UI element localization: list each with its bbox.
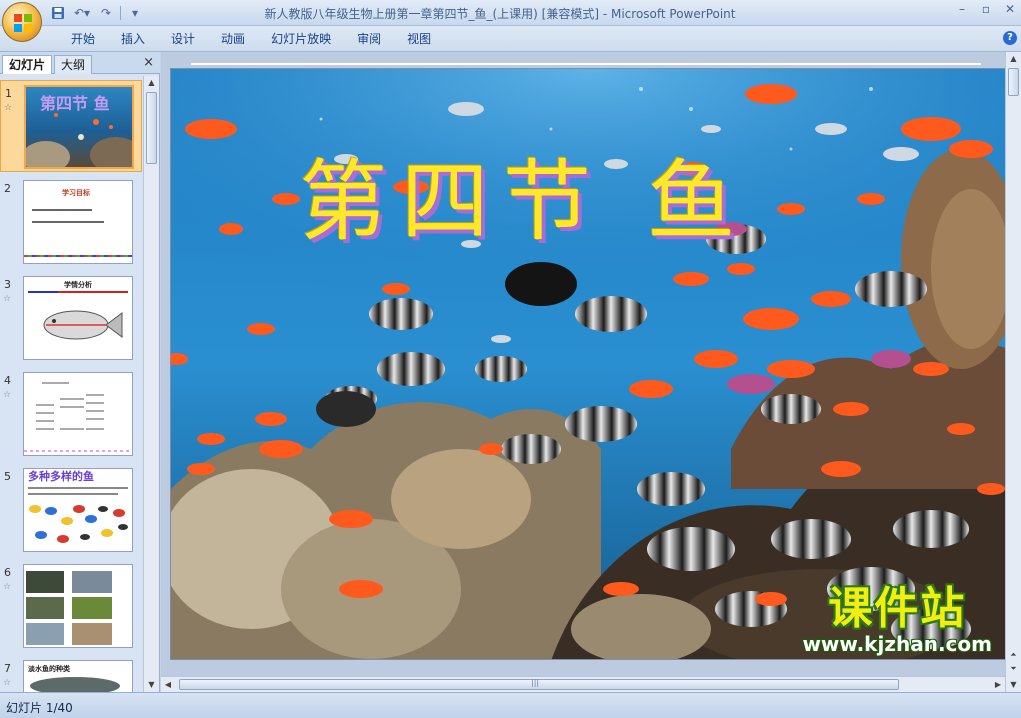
thumbnail-image	[23, 564, 133, 648]
tab-animations[interactable]: 动画	[208, 30, 258, 48]
slide-number: 6	[4, 566, 11, 579]
tab-slides[interactable]: 幻灯片	[2, 55, 53, 74]
thumbnail-image: 第四节 鱼	[24, 85, 134, 169]
office-logo-icon	[14, 14, 32, 32]
slide-editor: 第四节 鱼 课件站 www.kjzhan.com ▲ ⏶ ⏷ ▼ ◀ ||| ▶	[161, 52, 1021, 692]
tab-insert[interactable]: 插入	[108, 30, 158, 48]
tab-review[interactable]: 审阅	[344, 30, 394, 48]
scroll-down-icon[interactable]: ▼	[1006, 678, 1021, 692]
thumbnail-image: 多种多样的鱼	[23, 468, 133, 552]
slide-thumbnail-4[interactable]: 4 ☆	[0, 368, 142, 460]
save-icon[interactable]	[48, 4, 68, 22]
tab-design[interactable]: 设计	[158, 30, 208, 48]
tab-outline[interactable]: 大纲	[54, 55, 93, 74]
slide-title[interactable]: 第四节 鱼	[299, 131, 749, 258]
maximize-icon[interactable]: ▫	[979, 2, 993, 16]
scroll-down-icon[interactable]: ▼	[144, 678, 159, 692]
thumbnail-title: 淡水鱼的种类	[28, 665, 70, 673]
scroll-right-icon[interactable]: ▶	[991, 677, 1005, 692]
ribbon: 开始 插入 设计 动画 幻灯片放映 审阅 视图 ?	[0, 26, 1021, 52]
scroll-thumb[interactable]	[146, 92, 157, 164]
slide-thumbnail-5[interactable]: 5 多种多样的鱼	[0, 464, 142, 556]
fish-diagram-icon	[43, 310, 123, 340]
customize-qat-icon[interactable]: ▾	[125, 4, 145, 22]
thumbnail-image	[23, 372, 133, 456]
thumbnail-title: 学习目标	[62, 189, 90, 197]
ribbon-tabs: 开始 插入 设计 动画 幻灯片放映 审阅 视图	[58, 30, 444, 48]
watermark-text: 课件站	[828, 583, 967, 634]
transition-star-icon: ☆	[3, 678, 12, 688]
tab-slideshow[interactable]: 幻灯片放映	[258, 30, 344, 48]
help-icon[interactable]: ?	[1003, 31, 1017, 45]
outline-diagram-icon	[24, 382, 132, 452]
window-title: 新人教版八年级生物上册第一章第四节_鱼_(上课用) [兼容模式] - Micro…	[264, 7, 736, 21]
slide-thumbnail-3[interactable]: 3 ☆ 学情分析	[0, 272, 142, 364]
watermark: 课件站 www.kjzhan.com	[802, 583, 992, 656]
watermark-url: www.kjzhan.com	[802, 632, 992, 656]
slide-number: 1	[5, 87, 12, 100]
transition-star-icon: ☆	[3, 294, 12, 304]
slide-thumbnail-6[interactable]: 6 ☆	[0, 560, 142, 652]
slide-number: 4	[4, 374, 11, 387]
close-pane-icon[interactable]: ×	[143, 55, 154, 70]
previous-slide-icon[interactable]: ⏶	[1006, 648, 1021, 662]
slide-indicator: 幻灯片 1/40	[6, 701, 73, 715]
slides-pane: 幻灯片 大纲 × 1 ☆ 第四节 鱼 2 学习目标 3 ☆ 学情分析 4 ☆ 5…	[0, 52, 160, 692]
slide-number: 2	[4, 182, 11, 195]
grip-icon: |||	[531, 678, 540, 687]
fish-collage-icon	[29, 505, 128, 543]
quick-access-toolbar: ↶▾ ↷ ▾	[48, 3, 145, 23]
close-icon[interactable]: ✕	[1003, 2, 1017, 16]
tab-view[interactable]: 视图	[394, 30, 444, 48]
status-bar: 幻灯片 1/40	[0, 692, 1021, 718]
transition-star-icon: ☆	[3, 582, 12, 592]
powerpoint-window: ↶▾ ↷ ▾ 新人教版八年级生物上册第一章第四节_鱼_(上课用) [兼容模式] …	[0, 0, 1021, 718]
transition-star-icon: ☆	[4, 103, 13, 113]
current-slide[interactable]: 第四节 鱼 课件站 www.kjzhan.com	[170, 68, 1007, 660]
scroll-thumb[interactable]	[1008, 68, 1019, 96]
thumbnail-title: 学情分析	[64, 281, 92, 289]
undo-icon[interactable]: ↶▾	[72, 4, 92, 22]
pane-tabs: 幻灯片 大纲 ×	[0, 52, 160, 74]
title-bar: ↶▾ ↷ ▾ 新人教版八年级生物上册第一章第四节_鱼_(上课用) [兼容模式] …	[0, 0, 1021, 26]
thumbnail-title: 多种多样的鱼	[28, 470, 94, 483]
thumbnail-image: 学习目标	[23, 180, 133, 264]
horizontal-scrollbar[interactable]: ◀ ||| ▶	[161, 676, 1005, 692]
slide-number: 3	[4, 278, 11, 291]
slide-scrollbar[interactable]: ▲ ⏶ ⏷ ▼	[1005, 52, 1021, 692]
thumbnail-scrollbar[interactable]: ▲ ▼	[143, 76, 159, 692]
slide-number: 7	[4, 662, 11, 675]
thumbnail-image: 学情分析	[23, 276, 133, 360]
thumbnail-image: 淡水鱼的种类	[23, 660, 133, 692]
qat-separator	[120, 6, 121, 20]
scroll-up-icon[interactable]: ▲	[1006, 52, 1021, 66]
thumbnail-title: 第四节 鱼	[40, 94, 110, 113]
redo-icon[interactable]: ↷	[96, 4, 116, 22]
window-controls: – ▫ ✕	[955, 2, 1017, 16]
next-slide-icon[interactable]: ⏷	[1006, 662, 1021, 676]
transition-star-icon: ☆	[3, 390, 12, 400]
slide-thumbnail-1[interactable]: 1 ☆ 第四节 鱼	[0, 80, 142, 172]
tab-home[interactable]: 开始	[58, 30, 108, 48]
scroll-up-icon[interactable]: ▲	[144, 76, 159, 90]
slide-top-edge	[191, 63, 981, 66]
slide-thumbnail-2[interactable]: 2 学习目标	[0, 176, 142, 268]
minimize-icon[interactable]: –	[955, 2, 969, 16]
slide-thumbnail-7[interactable]: 7 ☆ 淡水鱼的种类	[0, 656, 142, 692]
slide-number: 5	[4, 470, 11, 483]
scroll-left-icon[interactable]: ◀	[161, 677, 175, 692]
thumbnail-list: 1 ☆ 第四节 鱼 2 学习目标 3 ☆ 学情分析 4 ☆ 5 多种多样的鱼 6…	[0, 76, 142, 692]
office-button[interactable]	[2, 2, 42, 42]
